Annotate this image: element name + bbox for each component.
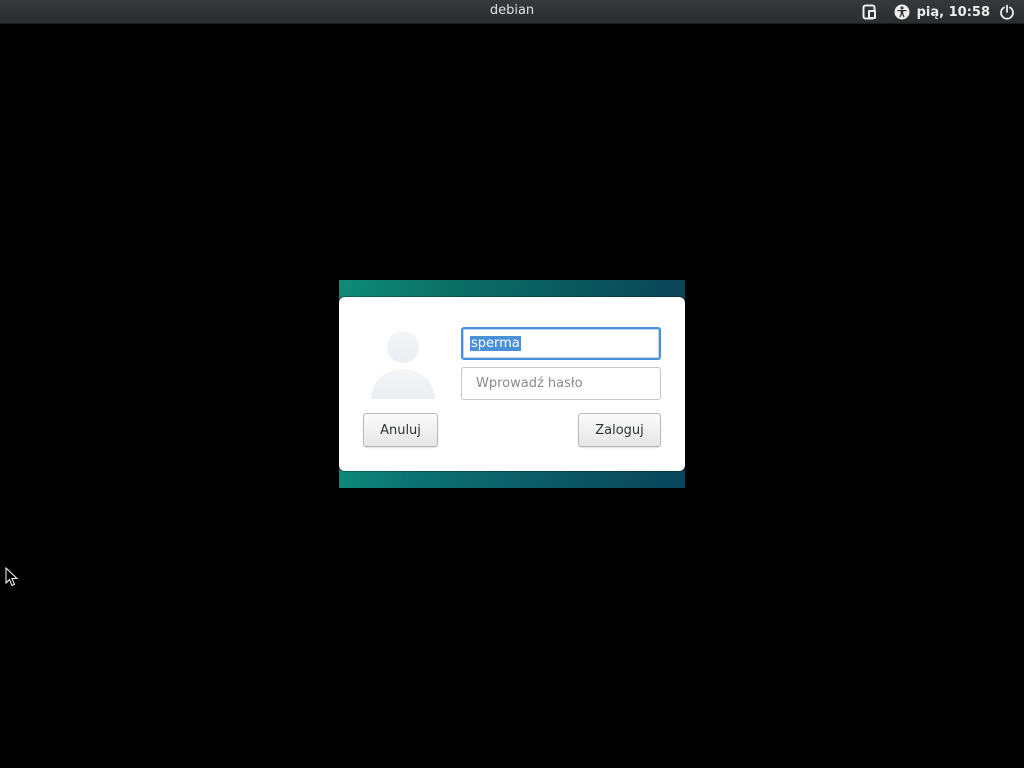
top-panel: debian pią, 10:58	[0, 0, 1024, 24]
cancel-button[interactable]: Anuluj	[363, 413, 438, 447]
username-value: sperma	[470, 336, 521, 351]
clock[interactable]: pią, 10:58	[917, 5, 990, 20]
power-icon[interactable]	[998, 3, 1016, 21]
username-input[interactable]: sperma	[461, 327, 661, 360]
system-tray: pią, 10:58	[861, 2, 1016, 22]
password-input[interactable]: Wprowadź hasło	[461, 367, 661, 400]
keyboard-layout-icon[interactable]	[861, 3, 879, 21]
user-avatar-icon	[369, 329, 437, 401]
login-dialog: sperma Wprowadź hasło Anuluj Zaloguj	[339, 297, 685, 471]
login-button[interactable]: Zaloguj	[578, 413, 661, 447]
accessibility-icon[interactable]	[893, 3, 911, 21]
mouse-pointer-icon	[5, 566, 19, 587]
